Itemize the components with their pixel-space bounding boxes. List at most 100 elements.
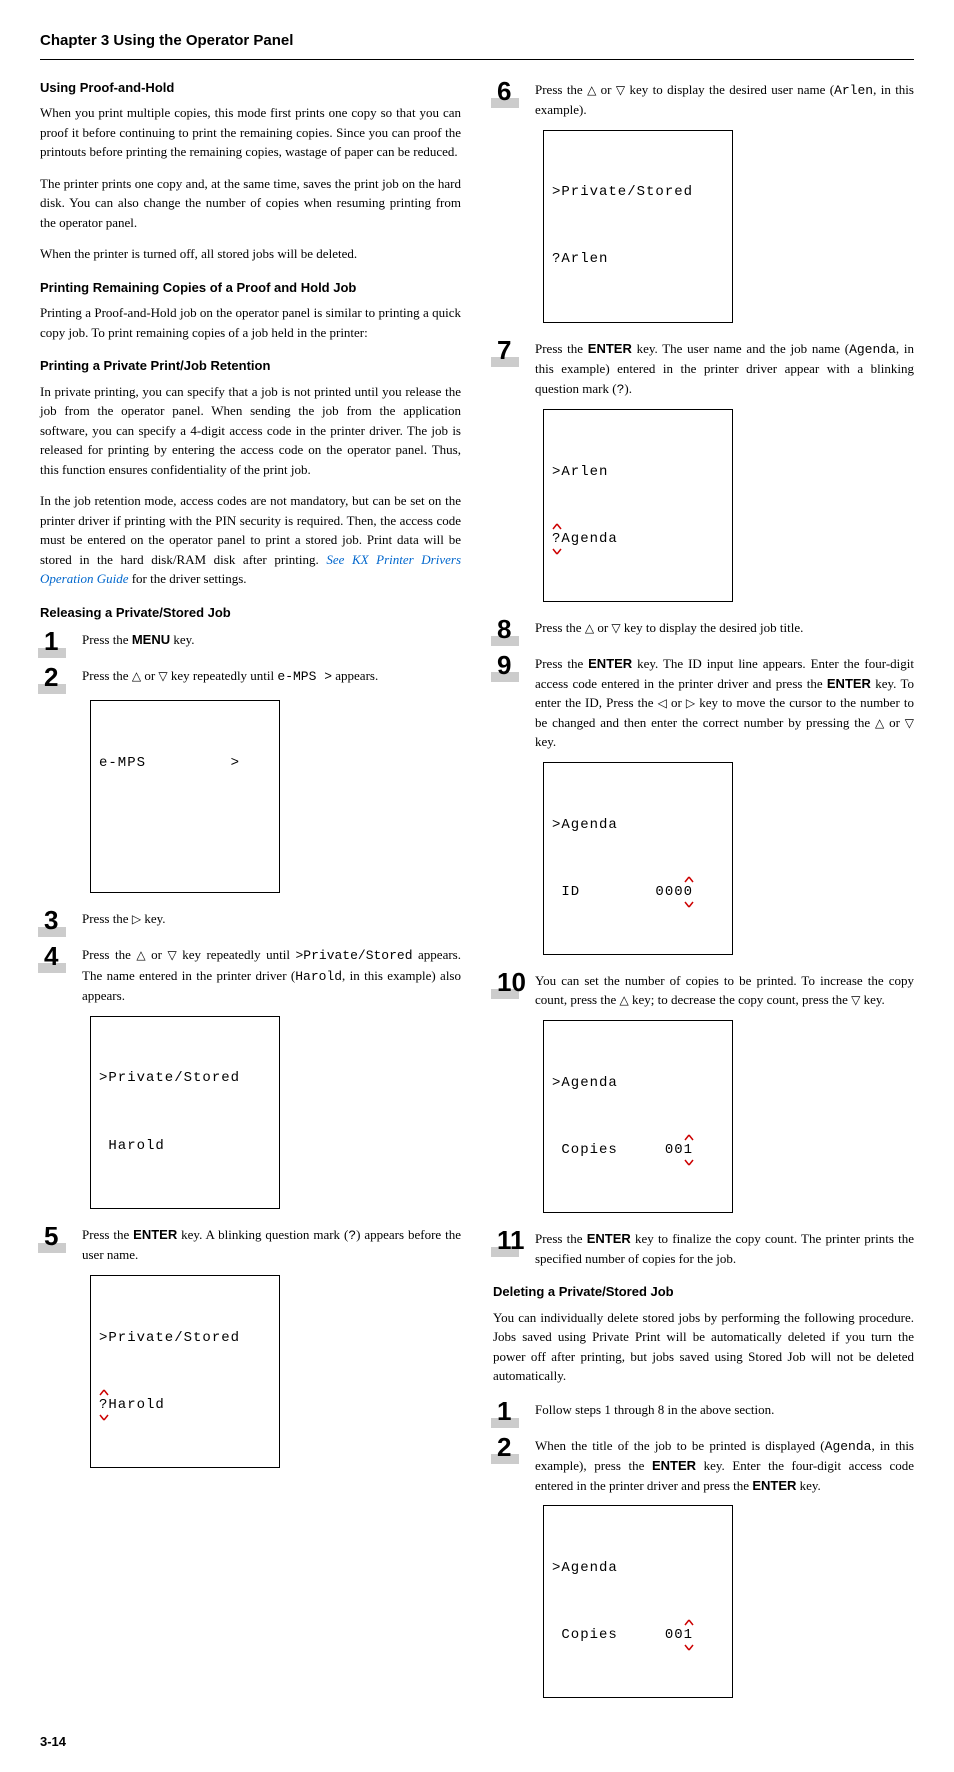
- text: Press the: [82, 1227, 133, 1242]
- step-number: 3: [40, 907, 82, 933]
- down-arrow-icon: ▽: [611, 619, 620, 637]
- down-arrow-icon: ▽: [905, 714, 914, 732]
- step-9: 9 Press the ENTER key. The ID input line…: [493, 652, 914, 752]
- step-number: 11: [493, 1227, 535, 1253]
- mono-text: Arlen: [834, 83, 873, 98]
- blink-cursor-icon: [684, 901, 694, 909]
- lcd-line: Harold: [99, 1135, 271, 1157]
- step-number: 8: [493, 616, 535, 642]
- left-arrow-icon: ◁: [658, 694, 667, 712]
- up-arrow-icon: △: [619, 991, 628, 1009]
- step-number: 7: [493, 337, 535, 363]
- text: Press the: [82, 911, 132, 926]
- text: or: [667, 695, 686, 710]
- lcd-line: >Agenda: [552, 1072, 724, 1094]
- lcd-line: >Arlen: [552, 461, 724, 483]
- blink-cursor-icon: [684, 875, 694, 883]
- paragraph: In private printing, you can specify tha…: [40, 382, 461, 480]
- text: key repeatedly until: [177, 947, 296, 962]
- step-2: 2 Press the △ or ▽ key repeatedly until …: [40, 664, 461, 690]
- blink-cursor-icon: [552, 548, 562, 556]
- text: key.: [860, 992, 884, 1007]
- lcd-display: >Private/Stored Harold: [90, 1016, 280, 1209]
- lcd-line: ID 0000: [552, 881, 724, 903]
- text: ).: [624, 381, 632, 396]
- text: Press the: [82, 632, 132, 647]
- lcd-line: [99, 819, 271, 841]
- down-arrow-icon: ▽: [158, 667, 167, 685]
- lcd-line: ?Agenda: [552, 528, 724, 550]
- text: When the title of the job to be printed …: [535, 1438, 825, 1453]
- text: for the driver settings.: [128, 571, 246, 586]
- lcd-line: >Private/Stored: [99, 1067, 271, 1089]
- text: or: [596, 82, 616, 97]
- step-number: 5: [40, 1223, 82, 1249]
- mono-text: >Private/Stored: [295, 948, 412, 963]
- right-arrow-icon: ▷: [132, 910, 141, 928]
- delete-step-2: 2 When the title of the job to be printe…: [493, 1434, 914, 1496]
- key-enter: ENTER: [752, 1478, 796, 1493]
- paragraph: In the job retention mode, access codes …: [40, 491, 461, 589]
- step-number: 1: [40, 628, 82, 654]
- text: key.: [170, 632, 194, 647]
- step-number: 1: [493, 1398, 535, 1424]
- key-menu: MENU: [132, 632, 170, 647]
- lcd-line: ?Harold: [99, 1394, 271, 1416]
- up-arrow-icon: △: [136, 946, 145, 964]
- delete-step-1: 1 Follow steps 1 through 8 in the above …: [493, 1398, 914, 1424]
- step-6: 6 Press the △ or ▽ key to display the de…: [493, 78, 914, 120]
- blink-cursor-icon: [684, 1618, 694, 1626]
- blink-cursor-icon: [684, 1133, 694, 1141]
- lcd-line: e-MPS >: [99, 752, 271, 774]
- heading-deleting-job: Deleting a Private/Stored Job: [493, 1282, 914, 1302]
- step-number: 4: [40, 943, 82, 969]
- left-column: Using Proof-and-Hold When you print mult…: [40, 78, 461, 1713]
- lcd-line: >Private/Stored: [99, 1327, 271, 1349]
- blink-cursor-icon: [684, 1644, 694, 1652]
- text: key.: [141, 911, 165, 926]
- heading-private-print: Printing a Private Print/Job Retention: [40, 356, 461, 376]
- mono-text: Agenda: [825, 1439, 872, 1454]
- heading-remaining-copies: Printing Remaining Copies of a Proof and…: [40, 278, 461, 298]
- text: or: [884, 715, 905, 730]
- step-7: 7 Press the ENTER key. The user name and…: [493, 337, 914, 400]
- heading-proof-hold: Using Proof-and-Hold: [40, 78, 461, 98]
- text: key; to decrease the copy count, press t…: [629, 992, 851, 1007]
- step-1: 1 Press the MENU key.: [40, 628, 461, 654]
- step-number: 2: [493, 1434, 535, 1460]
- text: Press the: [535, 1231, 587, 1246]
- paragraph: When the printer is turned off, all stor…: [40, 244, 461, 264]
- text: Press the: [82, 668, 132, 683]
- text: key. A blinking question mark (: [177, 1227, 348, 1242]
- text: or: [141, 668, 158, 683]
- text: Follow steps 1 through 8 in the above se…: [535, 1402, 774, 1417]
- blink-cursor-icon: [552, 522, 562, 530]
- key-enter: ENTER: [588, 656, 632, 671]
- content-columns: Using Proof-and-Hold When you print mult…: [40, 78, 914, 1713]
- page-number: 3-14: [40, 1732, 914, 1752]
- text: key to display the desired job title.: [621, 620, 804, 635]
- mono-text: Agenda: [849, 342, 896, 357]
- key-enter: ENTER: [133, 1227, 177, 1242]
- text: appears.: [332, 668, 378, 683]
- lcd-line: Copies 001: [552, 1624, 724, 1646]
- text: or: [594, 620, 611, 635]
- text: Press the: [535, 656, 588, 671]
- text: key.: [796, 1478, 820, 1493]
- text: key to display the desired user name (: [625, 82, 834, 97]
- right-column: 6 Press the △ or ▽ key to display the de…: [493, 78, 914, 1713]
- down-arrow-icon: ▽: [167, 946, 176, 964]
- blink-cursor-icon: [684, 1159, 694, 1167]
- key-enter: ENTER: [588, 341, 632, 356]
- text: key. The user name and the job name (: [632, 341, 849, 356]
- lcd-display: >Agenda Copies 001: [543, 1505, 733, 1698]
- key-enter: ENTER: [652, 1458, 696, 1473]
- down-arrow-icon: ▽: [851, 991, 860, 1009]
- chapter-title: Chapter 3 Using the Operator Panel: [40, 30, 914, 60]
- up-arrow-icon: △: [875, 714, 884, 732]
- lcd-line: ?Arlen: [552, 248, 724, 270]
- lcd-display: >Private/Stored ?Harold: [90, 1275, 280, 1468]
- lcd-display: >Arlen ?Agenda: [543, 409, 733, 602]
- right-arrow-icon: ▷: [686, 694, 695, 712]
- paragraph: When you print multiple copies, this mod…: [40, 103, 461, 162]
